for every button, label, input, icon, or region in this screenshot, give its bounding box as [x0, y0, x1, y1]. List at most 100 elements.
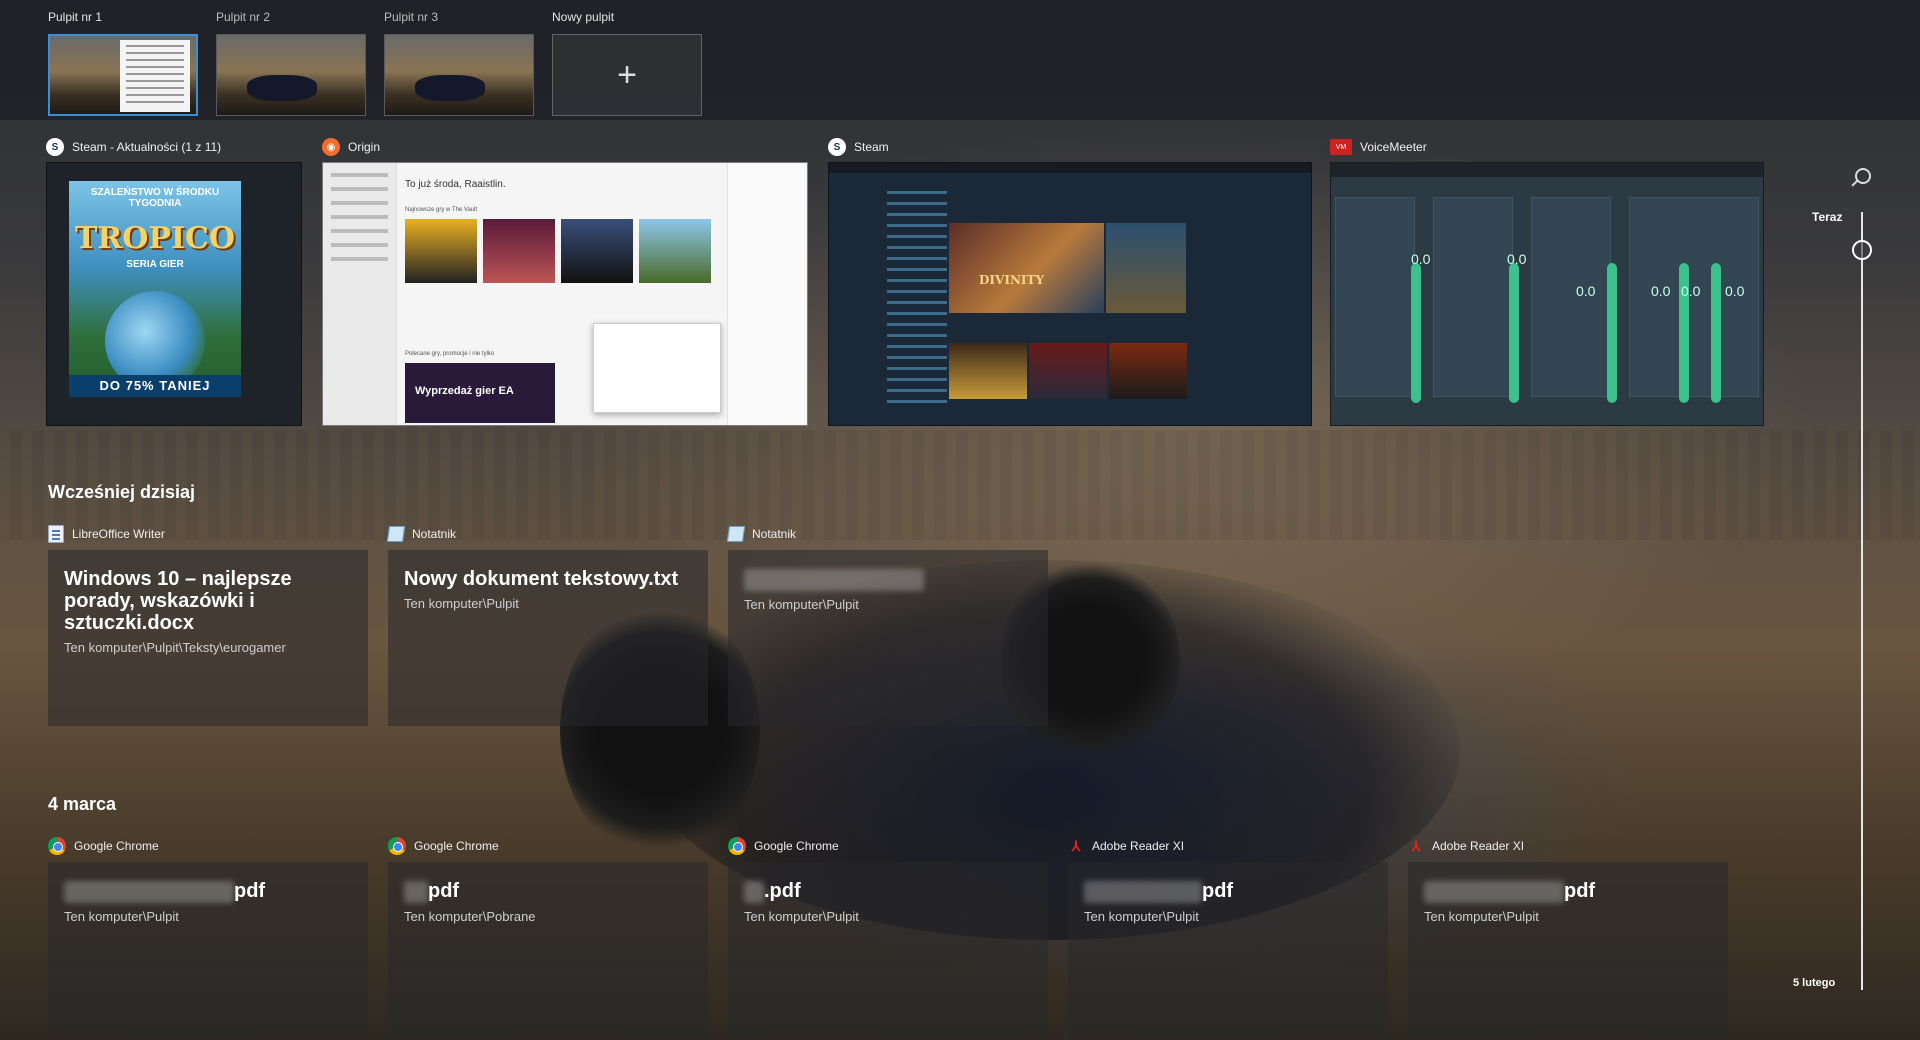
window-header: S Steam - Aktualności (1 z 11): [46, 136, 302, 158]
card-title: .pdf: [744, 880, 1032, 903]
level-value: 0.0: [1725, 283, 1745, 299]
desktop-thumbnail[interactable]: [384, 34, 534, 116]
section-title: Wcześniej dzisiaj: [48, 482, 196, 502]
card-header: ⅄ Adobe Reader XI: [1408, 836, 1728, 856]
origin-dialog: [593, 323, 721, 413]
card-header: Google Chrome: [48, 836, 368, 856]
activity-card[interactable]: Google Chrome pdf Ten komputer\Pobrane: [388, 836, 708, 1038]
card-header: Google Chrome: [388, 836, 708, 856]
activity-card[interactable]: Notatnik Ten komputer\Pulpit: [726, 524, 1048, 726]
card-path: Ten komputer\Pulpit: [1424, 908, 1539, 924]
card-header: Notatnik: [386, 524, 708, 544]
steam-icon: S: [828, 138, 846, 156]
redacted-filename: [64, 880, 234, 903]
desktop-label: Pulpit nr 1: [48, 10, 103, 24]
origin-sale-banner: Wyprzedaż gier EA: [405, 363, 555, 423]
card-body[interactable]: .pdf Ten komputer\Pulpit: [728, 862, 1048, 1038]
activity-card[interactable]: ⅄ Adobe Reader XI pdf Ten komputer\Pulpi…: [1068, 836, 1388, 1038]
card-app-name: Notatnik: [412, 527, 457, 541]
redacted-filename: [744, 568, 924, 591]
card-header: Google Chrome: [728, 836, 1048, 856]
card-body[interactable]: pdf Ten komputer\Pulpit: [1068, 862, 1388, 1038]
window-title: Steam - Aktualności (1 z 11): [72, 140, 222, 154]
game-capsule: [1029, 343, 1107, 399]
desktop-thumbnail[interactable]: [216, 34, 366, 116]
desktop-1[interactable]: Pulpit nr 1: [48, 10, 198, 116]
redacted-filename: [1424, 880, 1564, 903]
activity-card[interactable]: Google Chrome .pdf Ten komputer\Pulpit: [728, 836, 1048, 1038]
card-app-name: Notatnik: [752, 527, 797, 541]
window-thumbnail[interactable]: DIVINITY: [828, 162, 1312, 426]
card-path: Ten komputer\Pobrane: [404, 908, 536, 924]
steam-nav: [829, 163, 1311, 173]
card-path: Ten komputer\Pulpit: [744, 908, 859, 924]
timeline-now-label: Teraz: [1812, 210, 1843, 224]
origin-friends-panel: [727, 163, 807, 425]
card-body[interactable]: Nowy dokument tekstowy.txt Ten komputer\…: [388, 550, 708, 726]
pdf-icon: ⅄: [1071, 838, 1081, 854]
window-origin[interactable]: ◉ Origin To już środa, Raaistlin. Najnow…: [322, 136, 808, 426]
activity-card[interactable]: ⅄ Adobe Reader XI pdf Ten komputer\Pulpi…: [1408, 836, 1728, 1038]
card-body[interactable]: pdf Ten komputer\Pobrane: [388, 862, 708, 1038]
game-subtitle: SERIA GIER: [126, 259, 184, 270]
plus-icon: +: [617, 55, 637, 94]
window-thumbnail[interactable]: SZALEŃSTWO W ŚRODKU TYGODNIA TROPICO SER…: [46, 162, 302, 426]
window-title: VoiceMeeter: [1360, 140, 1427, 154]
card-body[interactable]: pdf Ten komputer\Pulpit: [48, 862, 368, 1038]
window-title: Steam: [854, 140, 889, 154]
card-body[interactable]: pdf Ten komputer\Pulpit: [1408, 862, 1728, 1038]
input-strip: [1335, 197, 1415, 397]
activity-card[interactable]: Google Chrome pdf Ten komputer\Pulpit: [48, 836, 368, 1038]
activity-card[interactable]: Notatnik Nowy dokument tekstowy.txt Ten …: [386, 524, 708, 726]
origin-icon: ◉: [322, 138, 340, 156]
steam-sidebar: [887, 183, 947, 403]
level-value: 0.0: [1576, 283, 1596, 299]
card-path: Ten komputer\Pulpit: [744, 596, 859, 612]
featured-game: DIVINITY: [949, 223, 1104, 313]
promo-discount: DO 75% TANIEJ: [69, 375, 241, 397]
fader: [1711, 263, 1721, 403]
card-title: pdf: [404, 880, 692, 903]
fader: [1607, 263, 1617, 403]
window-thumbnail[interactable]: To już środa, Raaistlin. Najnowsze gry w…: [322, 162, 808, 426]
game-tile: [483, 219, 555, 283]
origin-greeting: To już środa, Raaistlin.: [405, 179, 506, 190]
window-thumbnail[interactable]: 0.0 0.0 0.0 0.0 0.0 0.0: [1330, 162, 1764, 426]
desktop-2[interactable]: Pulpit nr 2: [216, 10, 366, 116]
game-tile: [639, 219, 711, 283]
chrome-icon: [728, 837, 746, 855]
card-path: Ten komputer\Pulpit: [1084, 908, 1199, 924]
timeline-scrubber[interactable]: [1852, 240, 1872, 260]
level-value: 0.0: [1507, 251, 1527, 267]
notepad-icon: [726, 526, 746, 542]
redacted-filename: [404, 880, 428, 903]
origin-section-promo: Polecane gry, promocje i nie tylko: [405, 351, 495, 357]
window-steam-news[interactable]: S Steam - Aktualności (1 z 11) SZALEŃSTW…: [46, 136, 302, 426]
level-value: 0.0: [1651, 283, 1671, 299]
window-header: VM VoiceMeeter: [1330, 136, 1764, 158]
timeline-end-label: 5 lutego: [1793, 977, 1836, 989]
card-app-name: Google Chrome: [74, 839, 159, 853]
activity-card[interactable]: LibreOffice Writer Windows 10 – najlepsz…: [48, 524, 368, 726]
promo-headline: SZALEŃSTWO W ŚRODKU TYGODNIA: [90, 187, 220, 209]
window-steam-store[interactable]: S Steam DIVINITY: [828, 136, 1312, 426]
search-icon[interactable]: [1855, 168, 1871, 184]
game-capsule: [949, 343, 1027, 399]
window-voicemeeter[interactable]: VM VoiceMeeter 0.0 0.0 0.0 0.0 0.0 0.0: [1330, 136, 1764, 426]
new-desktop-tile[interactable]: +: [552, 34, 702, 116]
card-app-name: Adobe Reader XI: [1432, 839, 1525, 853]
chrome-icon: [48, 837, 66, 855]
redacted-filename: [1084, 880, 1202, 903]
card-body[interactable]: Ten komputer\Pulpit: [728, 550, 1048, 726]
desktop-3[interactable]: Pulpit nr 3: [384, 10, 534, 116]
desktop-thumbnail[interactable]: [48, 34, 198, 116]
notepad-icon: [386, 526, 406, 542]
card-body[interactable]: Windows 10 – najlepsze porady, wskazówki…: [48, 550, 368, 726]
chrome-icon: [388, 837, 406, 855]
new-desktop-button[interactable]: Nowy pulpit +: [552, 10, 702, 116]
featured-game-title: DIVINITY: [979, 273, 1045, 287]
card-app-name: Google Chrome: [414, 839, 499, 853]
featured-details: [1106, 223, 1186, 313]
timeline-track[interactable]: [1861, 212, 1863, 990]
desktop-label: Pulpit nr 3: [384, 10, 439, 24]
